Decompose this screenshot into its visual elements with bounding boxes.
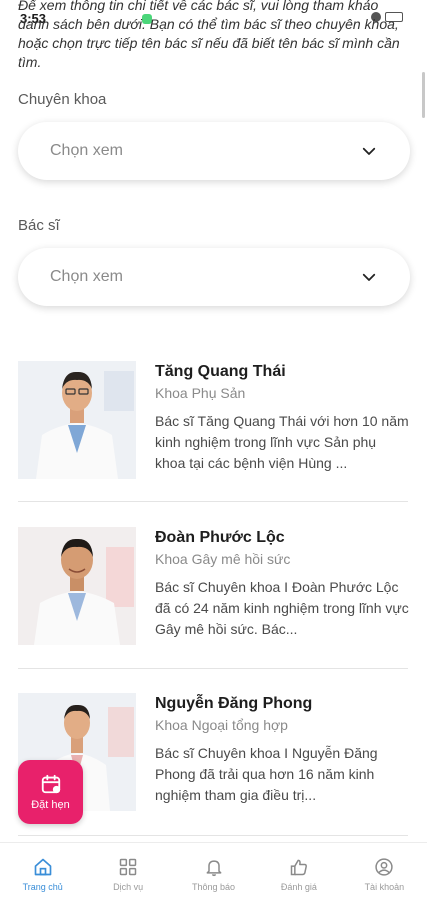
- doctor-department: Khoa Phụ Sản: [155, 385, 246, 401]
- nav-item-notifications[interactable]: Thông báo: [171, 843, 256, 900]
- nav-label-services: Dịch vụ: [113, 882, 144, 892]
- nav-label-account: Tài khoản: [364, 882, 405, 892]
- doctor-name: Đoàn Phước Lộc: [155, 529, 285, 546]
- doctor-name: Tăng Quang Thái: [155, 363, 286, 380]
- book-appointment-button[interactable]: Đặt hẹn: [18, 760, 83, 824]
- doctor-description: Bác sĩ Tăng Quang Thái với hơn 10 năm ki…: [155, 413, 409, 471]
- nav-item-reviews[interactable]: Đánh giá: [256, 843, 341, 900]
- chevron-down-icon: [362, 273, 376, 281]
- doctor-card[interactable]: Tăng Quang Thái Khoa Phụ Sản Bác sĩ Tăng…: [18, 361, 410, 479]
- divider: [18, 835, 408, 836]
- chevron-down-icon: [362, 147, 376, 155]
- nav-label-home: Trang chủ: [22, 882, 63, 892]
- divider: [18, 501, 408, 502]
- doctor-department: Khoa Ngoại tổng hợp: [155, 717, 288, 733]
- doctor-description: Bác sĩ Chuyên khoa I Nguyễn Đăng Phong đ…: [155, 745, 378, 803]
- nav-item-services[interactable]: Dịch vụ: [85, 843, 170, 900]
- doctor-label: Bác sĩ: [18, 217, 60, 234]
- intro-text: Để xem thông tin chi tiết về các bác sĩ,…: [18, 0, 400, 70]
- scrollbar[interactable]: [422, 72, 425, 118]
- doctor-department: Khoa Gây mê hồi sức: [155, 551, 291, 567]
- nav-label-reviews: Đánh giá: [280, 882, 317, 892]
- doctor-card[interactable]: Đoàn Phước Lộc Khoa Gây mê hồi sức Bác s…: [18, 527, 410, 645]
- specialty-label: Chuyên khoa: [18, 91, 107, 108]
- thumbs-up-icon: [290, 859, 307, 876]
- calendar-icon: [41, 774, 60, 794]
- divider: [18, 668, 408, 669]
- specialty-select-value: Chọn xem: [50, 142, 123, 159]
- bell-icon: [206, 860, 221, 877]
- user-icon: [375, 858, 393, 876]
- bottom-nav: Trang chủ Dịch vụ Thông báo Đánh giá Tài…: [0, 842, 427, 900]
- doctor-select[interactable]: Chọn xem: [18, 248, 410, 306]
- doctor-description: Bác sĩ Chuyên khoa I Đoàn Phước Lộc đã c…: [155, 579, 409, 637]
- home-icon: [34, 858, 52, 876]
- doctor-photo: [18, 527, 136, 645]
- nav-label-notifications: Thông báo: [191, 882, 236, 892]
- doctor-photo: [18, 361, 136, 479]
- doctor-select-value: Chọn xem: [50, 268, 123, 285]
- specialty-select[interactable]: Chọn xem: [18, 122, 410, 180]
- nav-item-account[interactable]: Tài khoản: [342, 843, 427, 900]
- nav-item-home[interactable]: Trang chủ: [0, 843, 85, 900]
- grid-icon: [119, 858, 137, 876]
- book-appointment-label: Đặt hẹn: [31, 799, 70, 811]
- doctor-name: Nguyễn Đăng Phong: [155, 695, 313, 712]
